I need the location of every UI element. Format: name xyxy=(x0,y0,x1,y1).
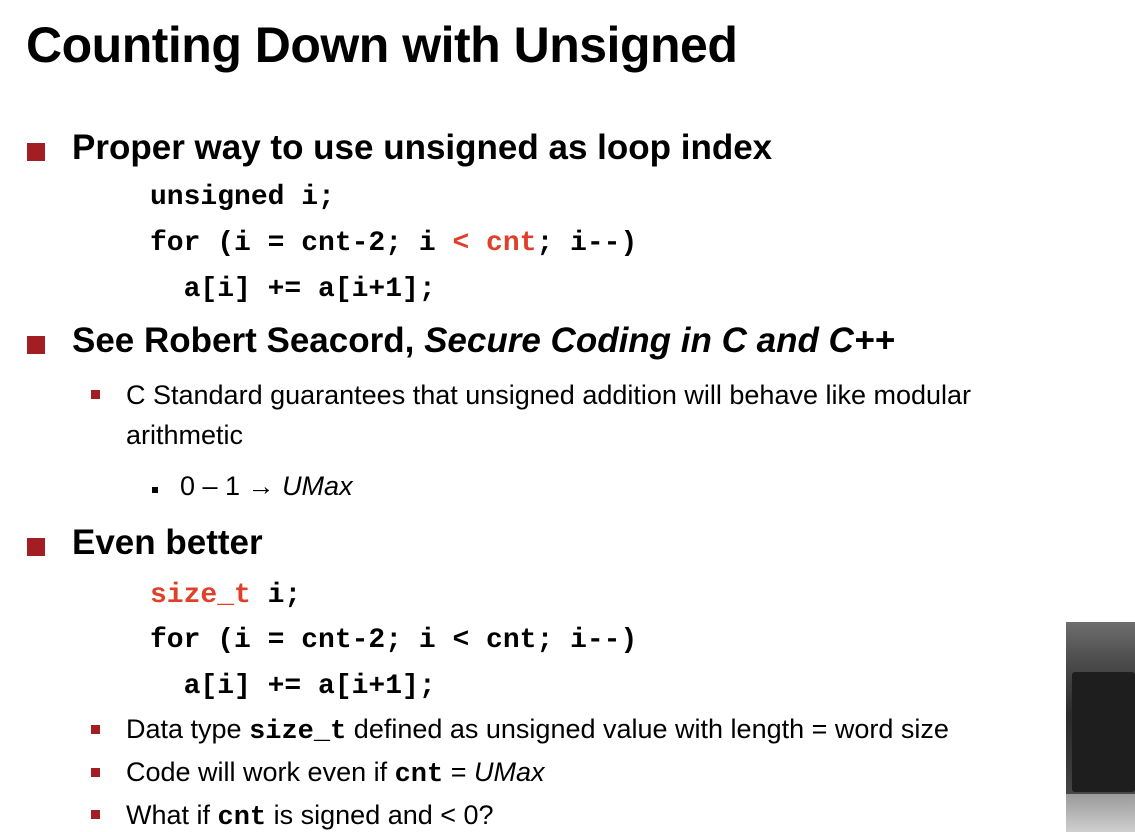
sub-bullet-c-standard-line1: C Standard guarantees that unsigned addi… xyxy=(126,380,972,410)
video-light-area xyxy=(1066,794,1135,832)
code-text: i; xyxy=(250,580,302,611)
code-line-loop-body: a[i] += a[i+1]; xyxy=(150,274,436,305)
bullet-square xyxy=(27,538,45,556)
slide: Counting Down with Unsigned Proper way t… xyxy=(0,0,1135,832)
video-overlay-thumbnail xyxy=(1066,622,1135,832)
expr-text: 0 – 1 → xyxy=(180,471,283,501)
sub-bullet-c-standard-line2: arithmetic xyxy=(126,420,244,450)
code-line-for-loop: for (i = cnt-2; i < cnt; i--) xyxy=(150,228,637,259)
code-line-loop-body-2: a[i] += a[i+1]; xyxy=(150,671,436,702)
text: What if xyxy=(126,800,218,830)
code-text: ; i--) xyxy=(536,228,638,259)
code-line-size-t-decl: size_t i; xyxy=(150,580,301,611)
umax-text: UMax xyxy=(282,471,353,501)
code-cnt: cnt xyxy=(217,803,267,832)
code-size-t: size_t xyxy=(249,717,347,747)
sub-sub-bullet-umax: 0 – 1 → UMax xyxy=(180,471,353,502)
code-text: for (i = cnt-2; i xyxy=(150,228,453,259)
sub-bullet-square xyxy=(91,810,100,819)
text: Code will work even if xyxy=(126,757,395,787)
sub-bullet-square xyxy=(91,390,100,399)
code-line-unsigned-decl: unsigned i; xyxy=(150,182,335,213)
bullet-proper-way: Proper way to use unsigned as loop index xyxy=(72,128,773,167)
text: defined as unsigned value with length = … xyxy=(346,714,949,744)
bullet-text: See Robert Seacord, xyxy=(72,321,425,360)
text: Data type xyxy=(126,714,250,744)
sub-bullet-code-works: Code will work even if cnt = UMax xyxy=(126,757,545,790)
slide-title: Counting Down with Unsigned xyxy=(26,17,738,73)
sub-bullet-signed-cnt: What if cnt is signed and < 0? xyxy=(126,800,494,832)
code-cnt: cnt xyxy=(394,760,444,790)
text: = xyxy=(443,757,474,787)
bullet-even-better: Even better xyxy=(72,523,263,562)
video-device-panel xyxy=(1072,672,1135,792)
code-line-for-loop-2: for (i = cnt-2; i < cnt; i--) xyxy=(150,625,638,656)
code-highlight-compare: < cnt xyxy=(452,228,537,259)
bullet-seacord: See Robert Seacord, Secure Coding in C a… xyxy=(72,321,895,361)
book-title: Secure Coding in C and C++ xyxy=(424,321,895,360)
umax-text: UMax xyxy=(474,757,545,787)
code-highlight-size-t: size_t xyxy=(150,580,251,611)
sub-sub-bullet-dot xyxy=(152,487,158,493)
bullet-square xyxy=(27,336,45,354)
sub-bullet-square xyxy=(91,725,100,734)
sub-bullet-size-t-def: Data type size_t defined as unsigned val… xyxy=(126,714,949,747)
sub-bullet-square xyxy=(91,768,100,777)
bullet-square xyxy=(27,143,45,161)
text: is signed and < 0? xyxy=(266,800,494,830)
